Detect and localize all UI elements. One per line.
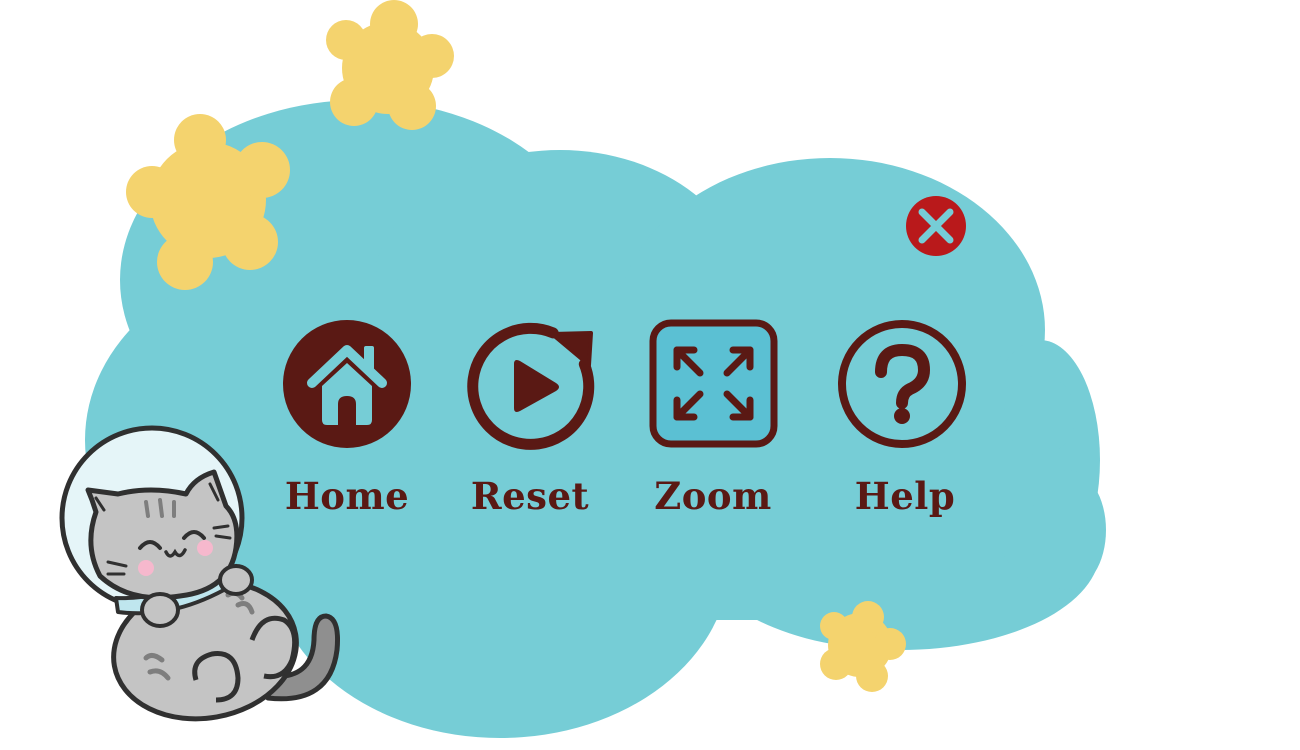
home-button[interactable] bbox=[283, 320, 411, 448]
help-button[interactable] bbox=[838, 320, 966, 448]
reset-label[interactable]: Reset bbox=[450, 474, 610, 518]
zoom-label[interactable]: Zoom bbox=[633, 474, 793, 518]
zoom-button[interactable] bbox=[649, 319, 778, 448]
reset-button[interactable] bbox=[466, 322, 595, 450]
close-button[interactable] bbox=[906, 196, 966, 256]
pause-menu-scene bbox=[59, 0, 1106, 738]
home-label[interactable]: Home bbox=[267, 474, 427, 518]
help-label[interactable]: Help bbox=[825, 474, 985, 518]
star-decoration-top bbox=[326, 0, 454, 130]
